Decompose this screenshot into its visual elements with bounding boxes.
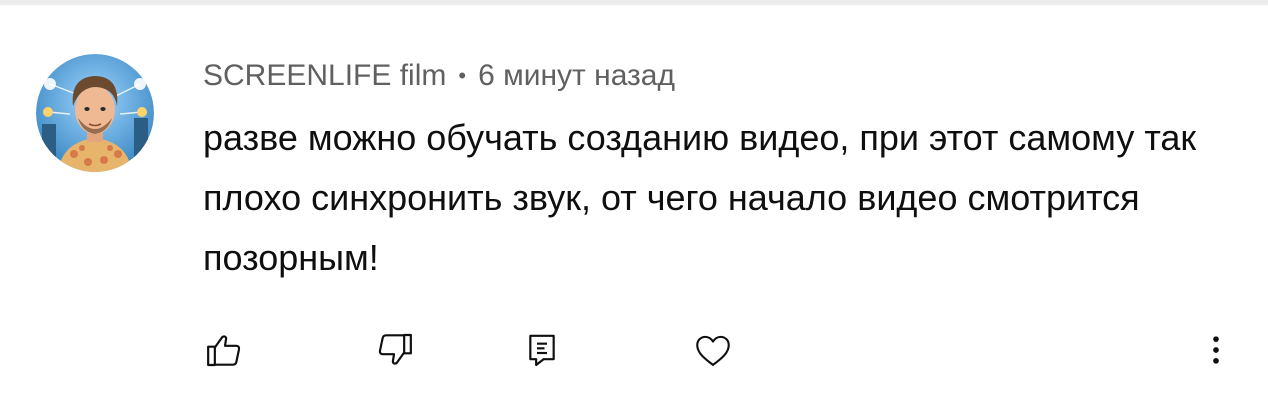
thumbs-down-icon	[375, 330, 415, 370]
reply-comment-icon	[522, 330, 562, 370]
thumbs-up-icon	[204, 330, 244, 370]
comment-meta: SCREENLIFE film • 6 минут назад	[203, 56, 675, 96]
meta-separator: •	[458, 63, 467, 88]
comment-item: SCREENLIFE film • 6 минут назад разве мо…	[0, 0, 1268, 420]
more-actions-button[interactable]	[1194, 328, 1238, 372]
comment-text: разве можно обучать созданию видео, при …	[203, 117, 1197, 278]
more-vertical-icon	[1196, 330, 1236, 370]
heart-icon	[692, 329, 734, 371]
avatar[interactable]	[36, 54, 154, 172]
reply-button[interactable]	[520, 328, 564, 372]
comment-time: 6 минут назад	[478, 59, 675, 92]
author-name[interactable]: SCREENLIFE film	[203, 59, 446, 93]
like-button[interactable]	[202, 328, 246, 372]
heart-button[interactable]	[691, 328, 735, 372]
dislike-button[interactable]	[373, 328, 417, 372]
